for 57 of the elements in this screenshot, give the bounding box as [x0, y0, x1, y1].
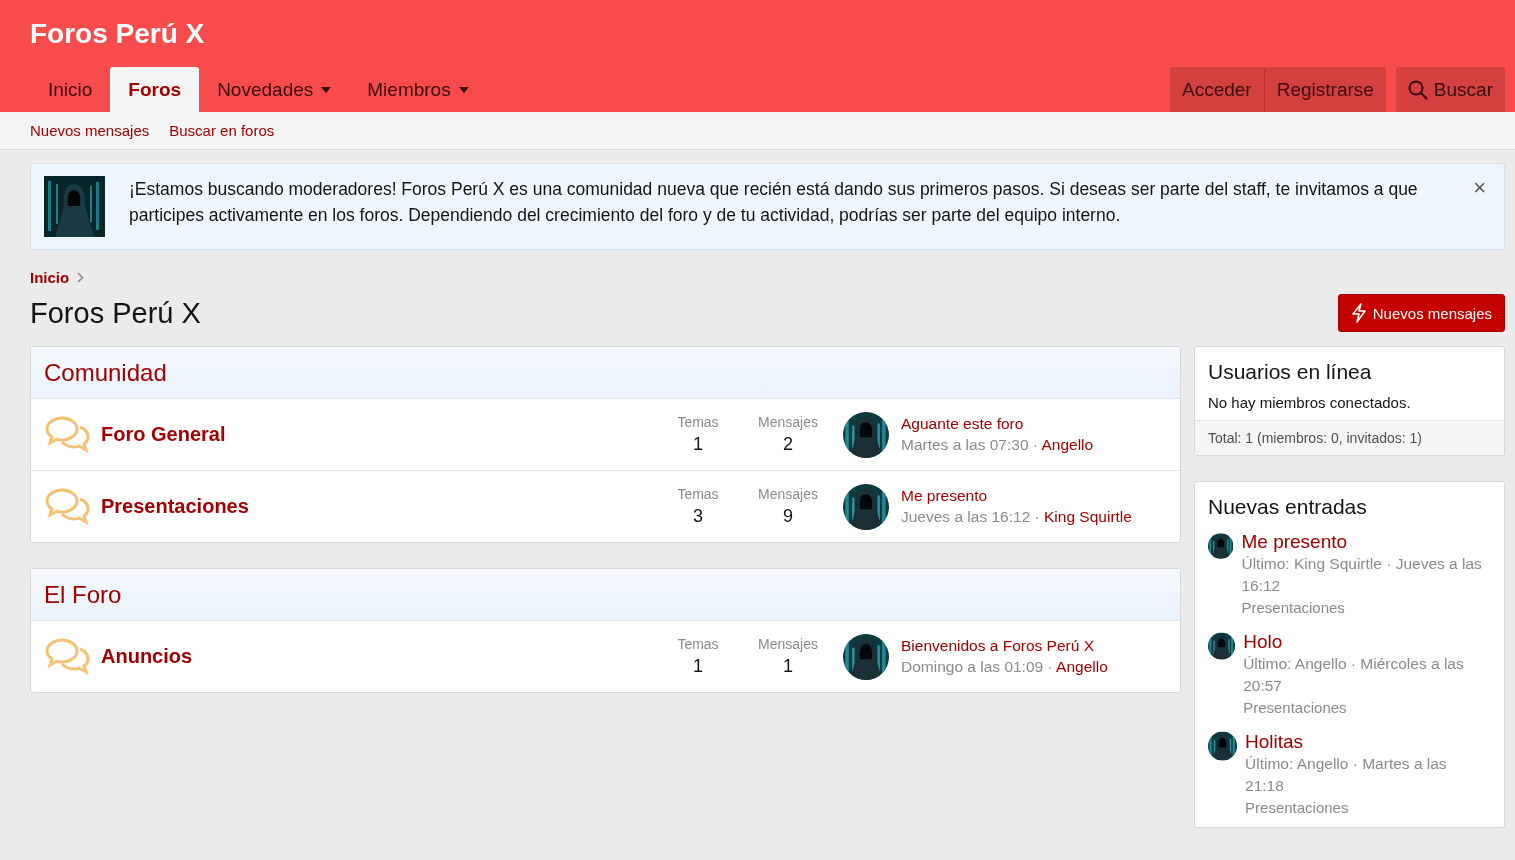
stat-label: Temas [677, 636, 719, 652]
entry-link[interactable]: Holitas [1245, 731, 1482, 753]
entry-forum[interactable]: Presentaciones [1245, 797, 1482, 819]
notice-text: ¡Estamos buscando moderadores! Foros Perú X es una comunidad nueva que recién está dando sus primeros pasos. Si deseas ser parte del staff, te invitamos a que participes activamente en los foros. Dependiendo del crecimiento del foro y de tu actividad, podrías ser parte del equipo interno. [129, 178, 1419, 227]
forum-title[interactable]: Anuncios [101, 645, 653, 668]
last-post-link[interactable]: Aguante este foro [901, 415, 1094, 433]
last-post-meta: Martes a las 07:30 · Angello [901, 436, 1094, 454]
subnav-link[interactable]: Buscar en foros [169, 122, 275, 139]
stat-value: 1 [783, 656, 793, 677]
chat-bubbles-icon [43, 486, 91, 527]
stat-label: Temas [677, 414, 719, 430]
last-post-link[interactable]: Me presento [901, 487, 1132, 505]
user-link[interactable]: Angello [1041, 436, 1094, 453]
stat-value: 2 [783, 434, 793, 455]
subnav-link[interactable]: Nuevos mensajes [30, 122, 150, 139]
close-button[interactable]: × [1467, 174, 1492, 202]
online-total: Total: 1 (miembros: 0, invitados: 1) [1195, 420, 1504, 455]
page-title: Foros Perú X [30, 296, 201, 330]
chat-bubbles-icon [43, 414, 91, 455]
new-posts-button[interactable]: Nuevos mensajes [1337, 294, 1505, 332]
account-button[interactable]: Registrarse [1263, 67, 1386, 112]
search-button[interactable]: Buscar [1395, 67, 1505, 112]
panel-title: Nuevas entradas [1207, 494, 1368, 520]
entry-meta: Último: Angello · Miércoles a las 20:57 [1243, 654, 1465, 696]
user-link[interactable]: King Squirtle [1044, 508, 1132, 525]
entry-link[interactable]: Holo [1243, 631, 1482, 653]
forum-title[interactable]: Presentaciones [101, 495, 653, 518]
nav-tab[interactable]: Inicio [30, 67, 111, 112]
stat-value: 1 [693, 656, 703, 677]
nav-tab[interactable]: Miembros [349, 67, 487, 112]
breadcrumb-link[interactable]: Inicio [30, 269, 70, 286]
stat-label: Mensajes [758, 414, 818, 430]
last-post-link[interactable]: Bienvenidos a Foros Perú X [901, 637, 1108, 655]
last-post-meta: Jueves a las 16:12 · King Squirtle [901, 508, 1132, 526]
stat-label: Mensajes [758, 636, 818, 652]
search-icon [1407, 79, 1428, 100]
chat-bubbles-icon [43, 636, 91, 677]
entry-meta: Último: King Squirtle · Jueves a las 16:12 [1241, 554, 1482, 596]
last-post-meta: Domingo a las 01:09 · Angello [901, 658, 1108, 676]
nav-tab[interactable]: Novedades [199, 67, 350, 112]
lightning-icon [1350, 303, 1367, 323]
category-title[interactable]: Comunidad [31, 347, 1180, 399]
forum-title[interactable]: Foro General [101, 423, 653, 446]
stat-value: 9 [783, 506, 793, 527]
stat-value: 1 [693, 434, 703, 455]
stat-label: Temas [677, 486, 719, 502]
user-link[interactable]: Angello [1056, 658, 1108, 675]
nav-tab[interactable]: Foros [110, 67, 200, 112]
chevron-right-icon [77, 272, 85, 283]
panel-title: Usuarios en línea [1207, 359, 1373, 385]
entry-link[interactable]: Me presento [1241, 531, 1482, 553]
stat-value: 3 [693, 506, 703, 527]
category-title[interactable]: El Foro [31, 569, 1180, 621]
stat-label: Mensajes [758, 486, 818, 502]
entry-meta: Último: Angello · Martes a las 21:18 [1245, 754, 1448, 796]
online-status-text: No hay miembros conectados. [1207, 393, 1412, 413]
entry-forum[interactable]: Presentaciones [1243, 697, 1482, 719]
